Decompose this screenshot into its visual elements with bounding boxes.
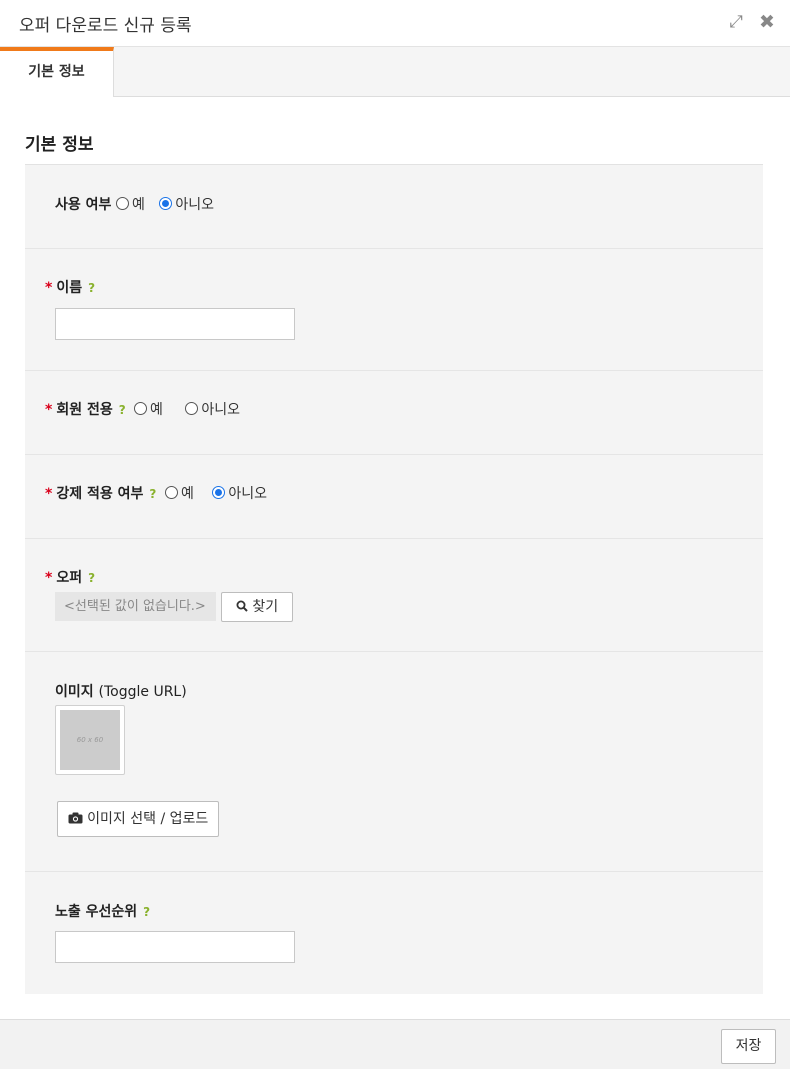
required-mark: * [45,402,53,418]
image-placeholder: 60 x 60 [60,710,120,770]
help-icon[interactable]: ? [149,487,156,501]
expand-icon[interactable]: ⤢ [725,11,747,33]
force-apply-no-label: 아니오 [228,486,267,502]
modal-footer: 저장 [0,1019,790,1069]
force-apply-label: 강제 적용 여부 [56,486,144,502]
image-upload-button[interactable]: 이미지 선택 / 업로드 [57,801,219,837]
name-label-group: * 이름? [45,277,95,297]
help-icon[interactable]: ? [143,905,150,919]
use-no-label: 아니오 [175,197,214,213]
members-only-yes-label: 예 [150,402,163,418]
members-only-row: * 회원 전용? 예 아니오 [25,371,763,455]
use-yes-label: 예 [132,197,145,213]
name-label: 이름 [56,280,83,296]
priority-label: 노출 우선순위 [55,904,138,920]
tab-basic-info[interactable]: 기본 정보 [0,47,114,97]
use-label: 사용 여부 [55,197,112,213]
members-only-radio-group: 예 아니오 [134,399,240,419]
modal-title: 오퍼 다운로드 신규 등록 [19,16,192,36]
tab-bar: 기본 정보 [0,47,790,97]
search-icon [236,600,248,612]
force-apply-yes-radio[interactable] [165,486,178,499]
force-apply-radio-group: 예 아니오 [165,483,267,503]
priority-row: 노출 우선순위? [25,872,763,994]
force-apply-yes-label: 예 [181,486,194,502]
name-input[interactable] [55,308,295,340]
modal-titlebar: 오퍼 다운로드 신규 등록 ⤢ ✖ [0,0,790,47]
members-only-no-radio[interactable] [185,402,199,415]
image-row: 이미지 (Toggle URL) [25,652,763,872]
offer-find-button[interactable]: 찾기 [221,592,293,622]
use-radio-group: 예 아니오 [116,194,214,214]
image-upload-label: 이미지 선택 / 업로드 [87,811,209,827]
priority-label-group: 노출 우선순위? [55,901,150,921]
offer-label: 오퍼 [56,570,83,586]
required-mark: * [45,486,53,502]
image-toggle-url[interactable]: (Toggle URL) [99,684,187,700]
close-icon[interactable]: ✖ [756,11,778,33]
members-only-label-group: * 회원 전용? [45,399,126,419]
help-icon[interactable]: ? [88,281,95,295]
force-apply-no-radio[interactable] [212,486,226,499]
use-yes-radio[interactable] [116,197,129,210]
use-row: 사용 여부 예 아니오 [25,165,763,249]
image-label: 이미지 [55,684,94,700]
offer-find-label: 찾기 [252,599,279,615]
save-button[interactable]: 저장 [721,1029,776,1064]
offer-label-group: * 오퍼? [45,567,95,587]
members-only-label: 회원 전용 [56,402,113,418]
name-row: * 이름? [25,249,763,371]
basic-info-form: 사용 여부 예 아니오 * 이름? * 회원 전용? 예 아니오 * 강제 적용 여부… [25,164,763,994]
required-mark: * [45,570,53,586]
priority-input[interactable] [55,931,295,963]
camera-icon [68,812,83,824]
section-title: 기본 정보 [25,135,94,155]
force-apply-label-group: * 강제 적용 여부? [45,483,156,503]
force-apply-row: * 강제 적용 여부? 예 아니오 [25,455,763,539]
use-no-radio[interactable] [159,197,173,210]
members-only-yes-radio[interactable] [134,402,147,415]
image-thumbnail: 60 x 60 [55,705,125,775]
help-icon[interactable]: ? [119,403,126,417]
offer-empty-value: <선택된 값이 없습니다.> [55,592,216,621]
help-icon[interactable]: ? [88,571,95,585]
image-label-group: 이미지 (Toggle URL) [55,681,187,701]
required-mark: * [45,280,53,296]
members-only-no-label: 아니오 [201,402,240,418]
